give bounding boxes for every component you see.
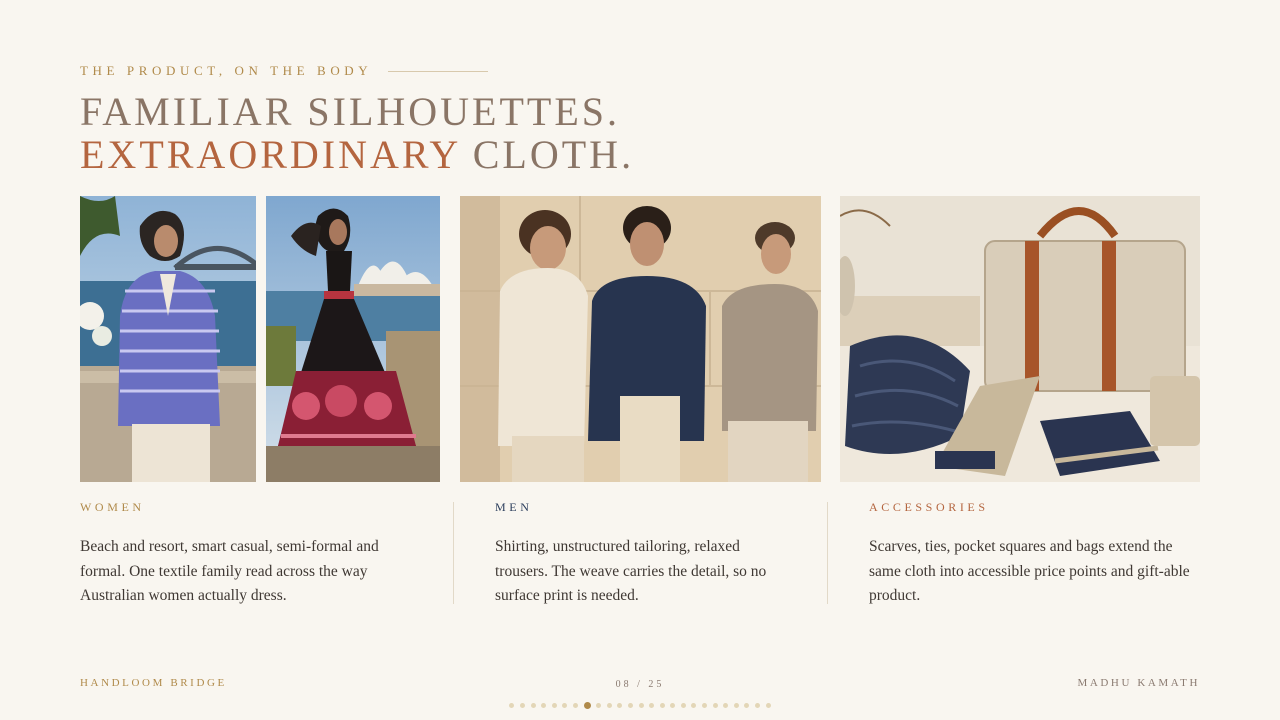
pagination-dot[interactable] (638, 703, 644, 708)
women-column: WOMEN Beach and resort, smart casual, se… (80, 500, 400, 609)
women-description: Beach and resort, smart casual, semi-for… (80, 538, 379, 604)
pagination-dot[interactable] (744, 703, 750, 708)
men-description: Shirting, unstructured tailoring, relaxe… (495, 538, 767, 604)
pagination-dot[interactable] (765, 703, 771, 708)
column-divider (453, 502, 454, 604)
pagination-dot[interactable] (712, 703, 718, 708)
accessories-photo (840, 196, 1200, 482)
pagination-dot[interactable] (530, 703, 536, 708)
page-title: FAMILIAR SILHOUETTES. EXTRAORDINARY CLOT… (80, 90, 634, 176)
pagination-dot[interactable] (691, 703, 697, 708)
accessories-description: Scarves, ties, pocket squares and bags e… (869, 538, 1190, 604)
pagination-dot[interactable] (680, 703, 686, 708)
pagination-dot[interactable] (659, 703, 665, 708)
accessories-column: ACCESSORIES Scarves, ties, pocket square… (869, 500, 1200, 609)
pagination-dot[interactable] (551, 703, 557, 708)
women-dress-photo (266, 196, 440, 482)
pagination-dot-active[interactable] (583, 702, 591, 709)
eyebrow: THE PRODUCT, ON THE BODY (80, 63, 489, 79)
pagination-dot[interactable] (627, 703, 633, 708)
pagination-dot[interactable] (702, 703, 708, 708)
pagination-dot[interactable] (509, 703, 515, 708)
eyebrow-text: THE PRODUCT, ON THE BODY (80, 63, 373, 78)
men-label: MEN (495, 500, 533, 514)
pagination-dot[interactable] (572, 703, 578, 708)
pagination-dot[interactable] (670, 703, 676, 708)
women-blazer-photo (80, 196, 256, 482)
pagination-dot[interactable] (596, 703, 602, 708)
pagination-dot[interactable] (541, 703, 547, 708)
headline-line1: FAMILIAR SILHOUETTES. (80, 89, 621, 134)
accessories-label: ACCESSORIES (869, 500, 989, 514)
column-divider (827, 502, 828, 604)
headline-line2-rest: CLOTH. (459, 132, 635, 177)
pagination-dot[interactable] (733, 703, 739, 708)
pagination-dot[interactable] (723, 703, 729, 708)
headline-accent: EXTRAORDINARY (80, 132, 460, 177)
pagination-dots (0, 702, 1280, 709)
pagination-dot[interactable] (562, 703, 568, 708)
women-label: WOMEN (80, 500, 145, 514)
men-column: MEN Shirting, unstructured tailoring, re… (495, 500, 795, 609)
pagination-dot[interactable] (617, 703, 623, 708)
pagination-dot[interactable] (755, 703, 761, 708)
pagination-dot[interactable] (606, 703, 612, 708)
pagination-dot[interactable] (519, 703, 525, 708)
eyebrow-rule (388, 70, 489, 72)
pagination-dot[interactable] (649, 703, 655, 708)
men-group-photo (460, 196, 821, 482)
footer-author: MADHU KAMATH (1077, 677, 1200, 689)
